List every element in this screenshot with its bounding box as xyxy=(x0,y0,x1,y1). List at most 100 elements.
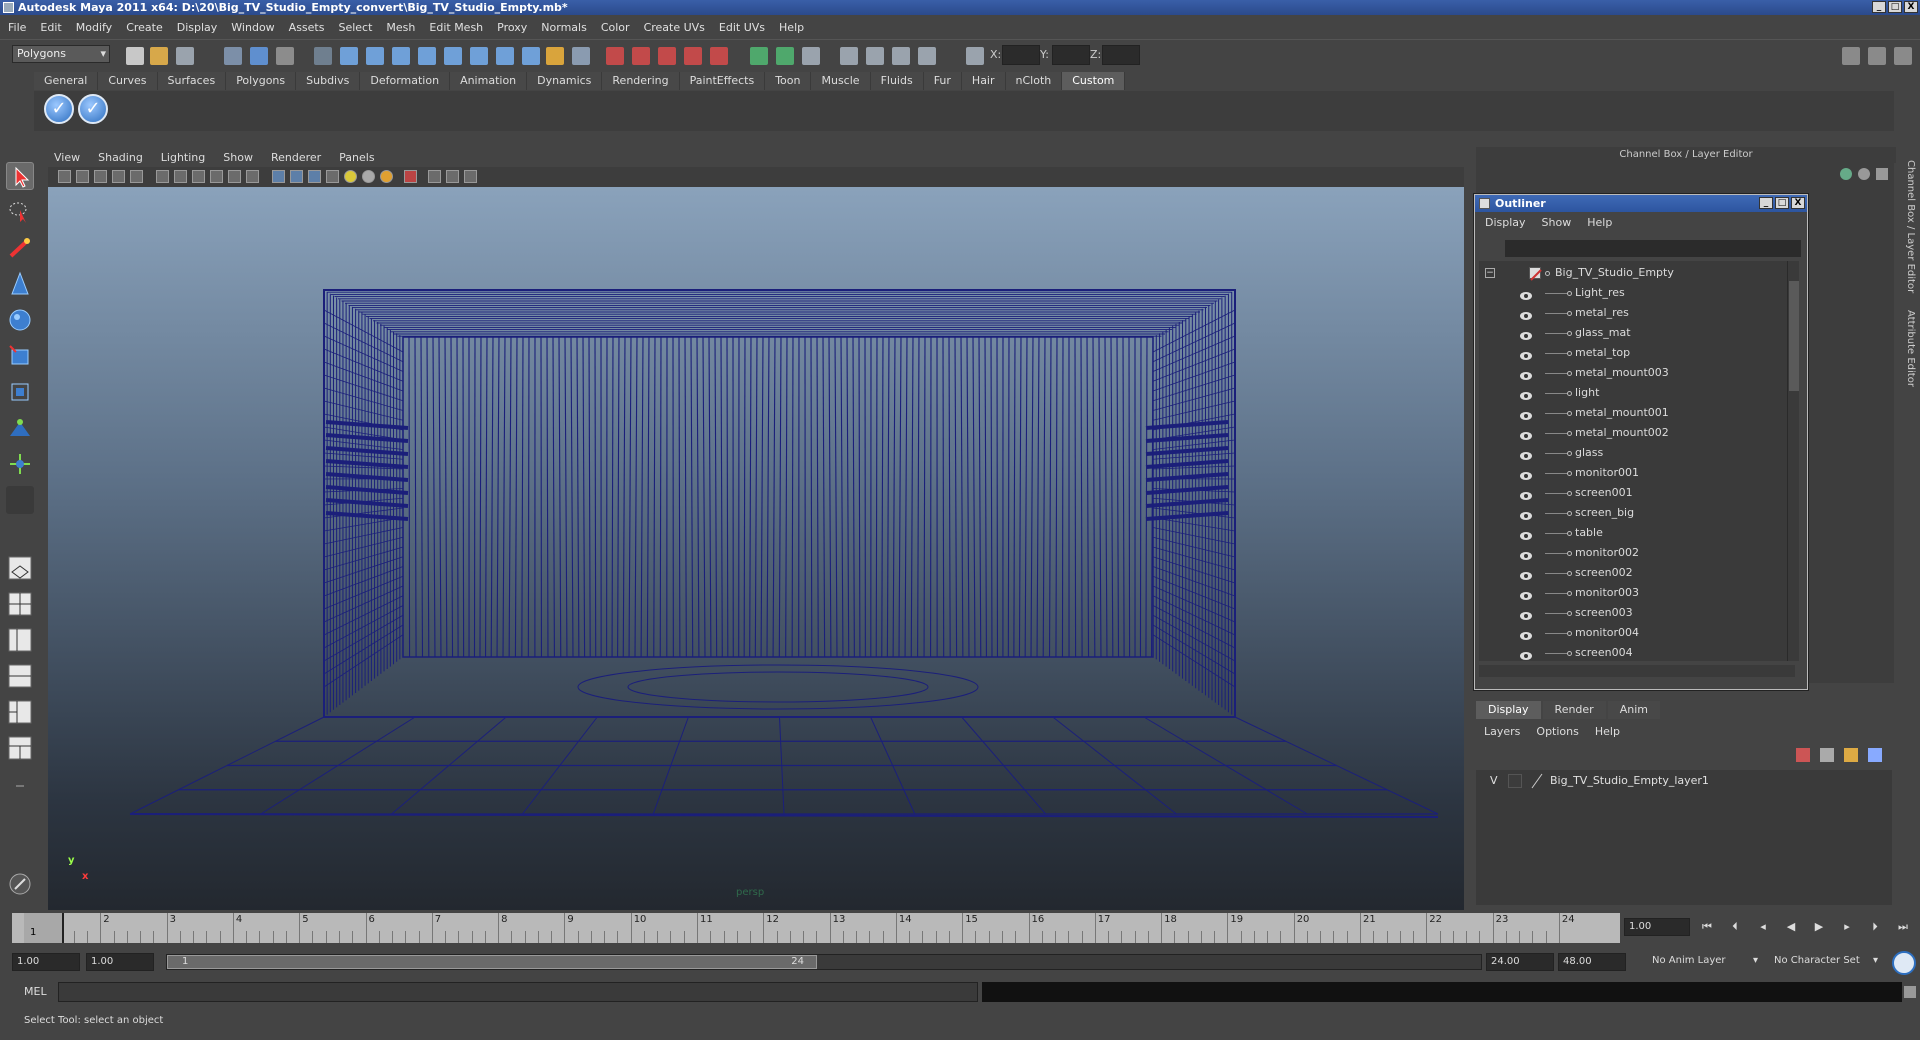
outliner-persp-layout-icon[interactable] xyxy=(6,626,34,654)
menu-set-dropdown[interactable]: Polygons ▾ xyxy=(12,45,110,63)
shelf-tab-curves[interactable]: Curves xyxy=(98,72,158,90)
select-component-icon[interactable] xyxy=(276,47,294,65)
wireframe-on-shaded-icon[interactable] xyxy=(308,170,321,183)
check-icon[interactable]: ✓ xyxy=(78,94,108,124)
construction-history-icon[interactable] xyxy=(572,47,590,65)
go-to-end-icon[interactable]: ⏭ xyxy=(1896,920,1910,934)
show-attributes-icon[interactable] xyxy=(802,47,820,65)
menu-select[interactable]: Select xyxy=(338,21,372,34)
xray-icon[interactable] xyxy=(428,170,441,183)
layer-display-type-toggle[interactable] xyxy=(1508,774,1522,788)
menu-display[interactable]: Display xyxy=(177,21,218,34)
step-forward-key-icon[interactable]: ⏵ xyxy=(1868,920,1882,934)
snap-curve-icon[interactable] xyxy=(366,47,384,65)
safe-title-icon[interactable] xyxy=(246,170,259,183)
save-scene-icon[interactable] xyxy=(176,47,194,65)
current-time-indicator[interactable]: 1 xyxy=(24,913,64,943)
layer-row[interactable]: V Big_TV_Studio_Empty_layer1 xyxy=(1480,772,1880,790)
auto-key-icon[interactable] xyxy=(1892,951,1916,975)
menu-modify[interactable]: Modify xyxy=(76,21,112,34)
outliner-item[interactable]: monitor003 xyxy=(1479,583,1779,603)
layer-tab-render[interactable]: Render xyxy=(1542,701,1606,719)
outliner-item[interactable]: monitor001 xyxy=(1479,463,1779,483)
outliner-maximize-button[interactable]: □ xyxy=(1775,197,1789,209)
viewport-menu-show[interactable]: Show xyxy=(223,151,253,164)
menu-create-uvs[interactable]: Create UVs xyxy=(644,21,705,34)
outliner-search-field[interactable] xyxy=(1505,240,1801,257)
collapse-toggle-icon[interactable]: − xyxy=(1485,268,1495,278)
new-layer-selected-icon[interactable] xyxy=(1844,748,1858,762)
select-object-icon[interactable] xyxy=(250,47,268,65)
output-ops-icon[interactable] xyxy=(496,47,514,65)
single-perspective-layout-icon[interactable] xyxy=(6,554,34,582)
select-hierarchy-icon[interactable] xyxy=(224,47,242,65)
shelf-tab-custom[interactable]: Custom xyxy=(1062,72,1126,90)
menu-mesh[interactable]: Mesh xyxy=(386,21,415,34)
outliner-minimize-button[interactable]: _ xyxy=(1759,197,1773,209)
outliner-item[interactable]: glass xyxy=(1479,443,1779,463)
outliner-item[interactable]: light xyxy=(1479,383,1779,403)
viewport-menu-renderer[interactable]: Renderer xyxy=(271,151,321,164)
channel-box-lock-icon[interactable] xyxy=(1840,168,1852,180)
minimize-button[interactable]: _ xyxy=(1872,1,1886,13)
lasso-tool-icon[interactable] xyxy=(6,198,34,226)
layer-menu-layers[interactable]: Layers xyxy=(1484,725,1520,738)
z-coord-field[interactable] xyxy=(1102,45,1140,65)
outliner-item[interactable]: monitor002 xyxy=(1479,543,1779,563)
snap-grid-icon[interactable] xyxy=(340,47,358,65)
outliner-item[interactable]: Light_res xyxy=(1479,283,1779,303)
side-tab-attribute-editor[interactable]: Attribute Editor xyxy=(1900,310,1916,387)
step-back-frame-icon[interactable]: ◂ xyxy=(1756,920,1770,934)
outliner-title-bar[interactable]: Outliner _ □ X xyxy=(1475,195,1807,212)
shelf-tab-ncloth[interactable]: nCloth xyxy=(1005,72,1063,90)
playback-end-field[interactable]: 24.00 xyxy=(1486,953,1554,971)
new-scene-icon[interactable] xyxy=(126,47,144,65)
isolate-select-icon[interactable] xyxy=(404,170,417,183)
check-icon[interactable]: ✓ xyxy=(44,94,74,124)
outliner-item[interactable]: metal_res xyxy=(1479,303,1779,323)
shelf-tab-hair[interactable]: Hair xyxy=(961,72,1006,90)
show-graph-icon[interactable] xyxy=(776,47,794,65)
outliner-horizontal-scrollbar[interactable] xyxy=(1479,665,1795,677)
gate-mask-icon[interactable] xyxy=(192,170,205,183)
history-icon[interactable] xyxy=(522,47,540,65)
menu-edit[interactable]: Edit xyxy=(40,21,61,34)
viewport-menu-panels[interactable]: Panels xyxy=(339,151,374,164)
command-language-label[interactable]: MEL xyxy=(24,985,47,998)
menu-help[interactable]: Help xyxy=(779,21,804,34)
input-ops-icon[interactable] xyxy=(470,47,488,65)
layer-visibility-toggle[interactable]: V xyxy=(1490,772,1498,790)
outliner-close-button[interactable]: X xyxy=(1791,197,1805,209)
shelf-tab-muscle[interactable]: Muscle xyxy=(811,72,871,90)
step-back-key-icon[interactable]: ⏴ xyxy=(1728,920,1742,934)
persp-outliner-graph-layout-icon[interactable] xyxy=(6,734,34,762)
show-manipulator-icon[interactable] xyxy=(6,450,34,478)
shelf-tab-deformation[interactable]: Deformation xyxy=(360,72,451,90)
shelf-tab-painteffects[interactable]: PaintEffects xyxy=(679,72,766,90)
new-layer-icon[interactable] xyxy=(1820,748,1834,762)
go-to-start-icon[interactable]: ⏮ xyxy=(1700,920,1714,934)
time-slider[interactable]: 1234567891011121314151617181920212223241 xyxy=(12,913,1620,943)
render-view-icon[interactable] xyxy=(710,47,728,65)
persp-graph-layout-icon[interactable] xyxy=(6,662,34,690)
anim-layer-dropdown[interactable]: No Anim Layer ▾ xyxy=(1648,953,1760,971)
hypershade-icon[interactable] xyxy=(684,47,702,65)
scrollbar-thumb[interactable] xyxy=(1789,281,1799,391)
outliner-menu-display[interactable]: Display xyxy=(1485,216,1526,229)
render-current-icon[interactable] xyxy=(606,47,624,65)
camera-select-icon[interactable] xyxy=(58,170,71,183)
shelf-tab-toon[interactable]: Toon xyxy=(765,72,812,90)
hud-icon[interactable] xyxy=(464,170,477,183)
lock-selection-icon[interactable] xyxy=(314,47,332,65)
shelf-tab-general[interactable]: General xyxy=(34,72,99,90)
manipulator-tool-icon[interactable] xyxy=(6,378,34,406)
image-plane-icon[interactable] xyxy=(112,170,125,183)
shelf-tab-animation[interactable]: Animation xyxy=(450,72,528,90)
menu-proxy[interactable]: Proxy xyxy=(497,21,527,34)
play-backwards-icon[interactable]: ◀ xyxy=(1784,920,1798,934)
textured-icon[interactable] xyxy=(326,170,339,183)
toggle-panel-icon[interactable] xyxy=(918,47,936,65)
range-slider-handle[interactable]: 1 24 xyxy=(167,955,817,969)
script-editor-icon[interactable] xyxy=(1904,986,1916,998)
outliner-item[interactable]: screen003 xyxy=(1479,603,1779,623)
